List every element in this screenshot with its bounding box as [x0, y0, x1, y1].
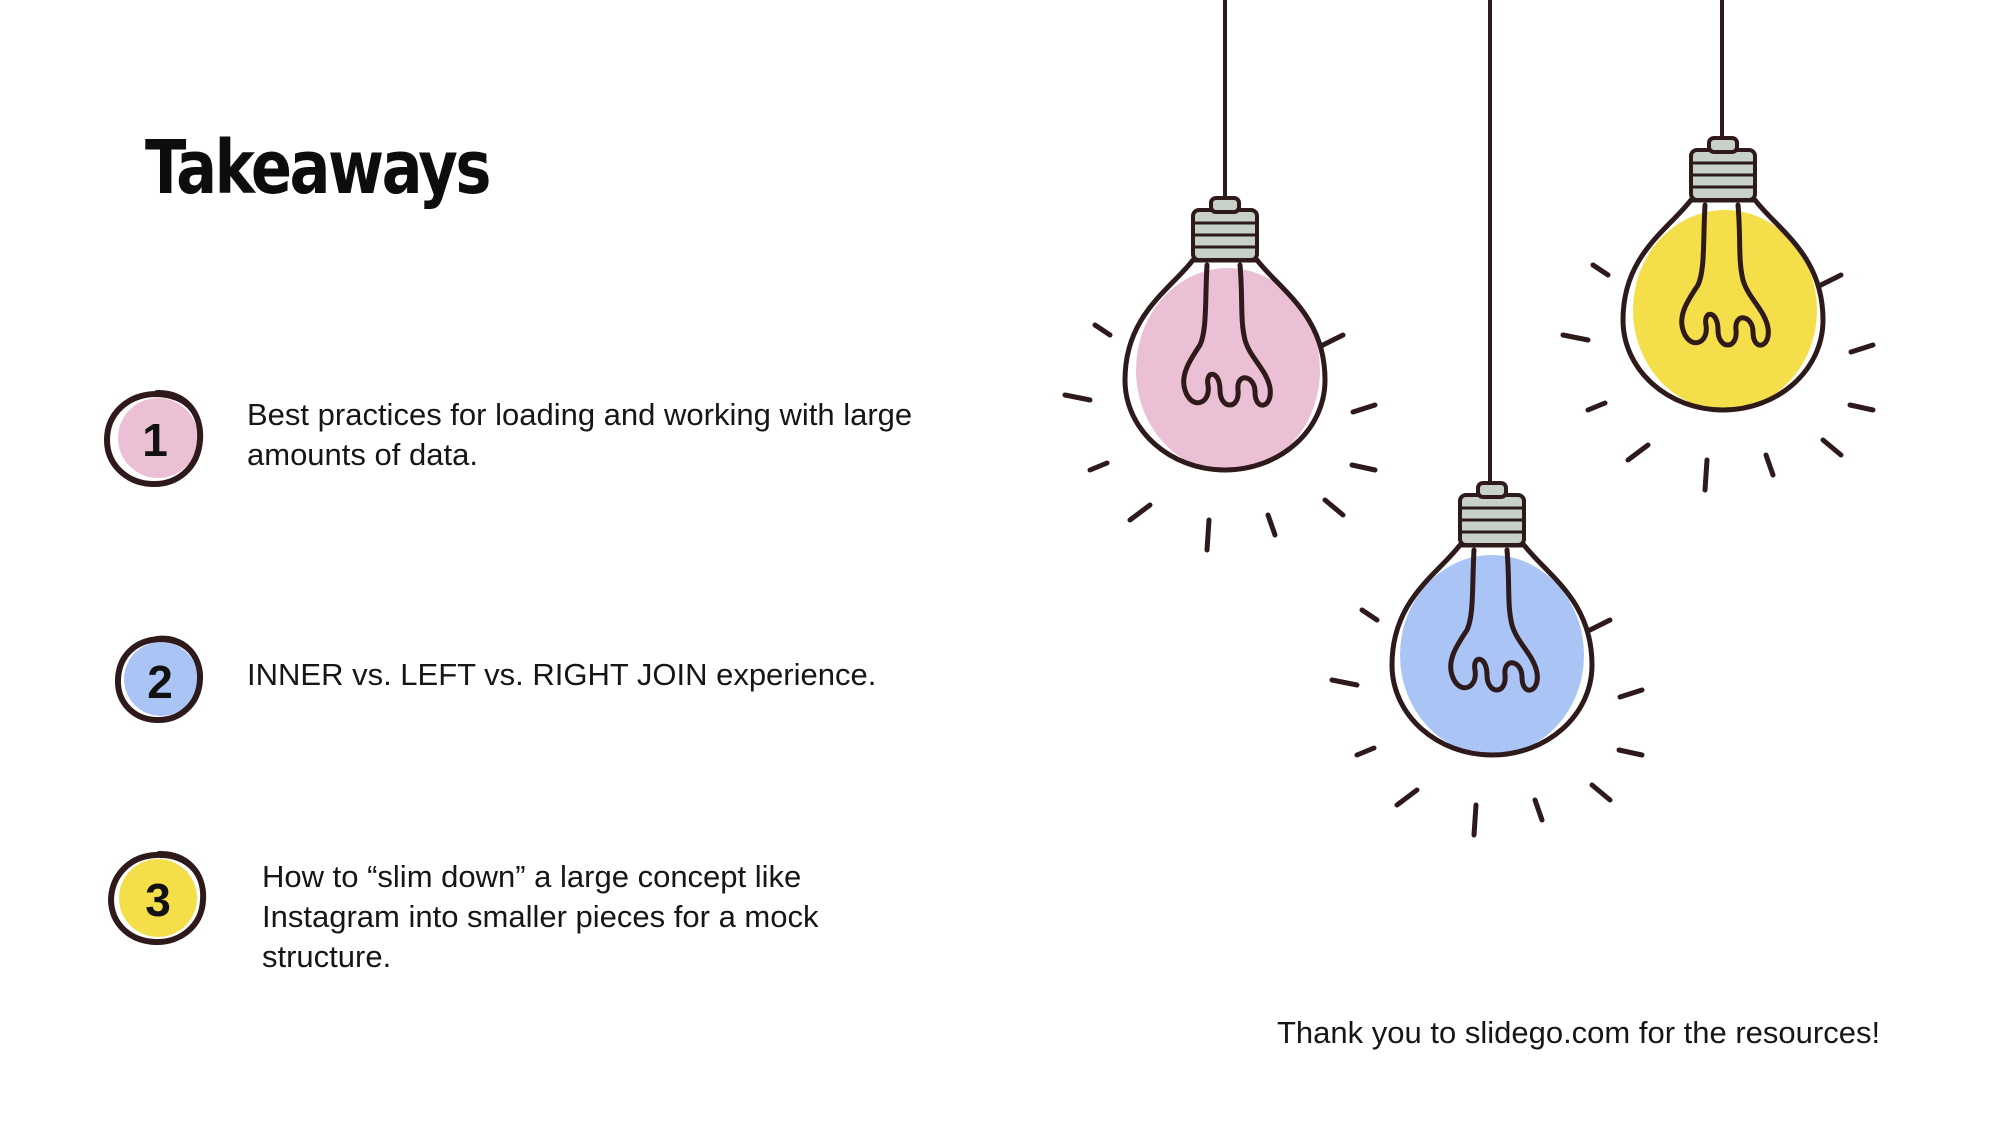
number-badge-2: 2 [105, 627, 215, 737]
takeaway-text-3: How to “slim down” a large concept like … [262, 859, 819, 974]
pink-bulb-icon [1065, 196, 1375, 550]
light-bulbs-illustration [1040, 0, 1920, 860]
takeaway-text-1: Best practices for loading and working w… [247, 397, 913, 472]
number-badge-1: 1 [100, 385, 210, 495]
slide-title: Takeaways [145, 125, 491, 211]
credit-text: Thank you to slidego.com for the resourc… [1277, 1015, 1881, 1050]
takeaway-text-2: INNER vs. LEFT vs. RIGHT JOIN experience… [247, 657, 877, 692]
number-badge-3: 3 [103, 845, 213, 955]
badge-number-3: 3 [145, 874, 171, 926]
slide: Takeaways 1 Best practices for loading a… [0, 0, 2000, 1125]
blue-bulb-icon [1332, 481, 1642, 835]
takeaway-item-1: 1 Best practices for loading and working… [100, 385, 1000, 495]
takeaway-item-2: 2 INNER vs. LEFT vs. RIGHT JOIN experien… [100, 627, 1000, 737]
yellow-bulb-icon [1563, 136, 1873, 490]
badge-number-1: 1 [142, 414, 168, 466]
badge-number-2: 2 [147, 656, 173, 708]
takeaway-item-3: 3 How to “slim down” a large concept lik… [100, 845, 1000, 995]
